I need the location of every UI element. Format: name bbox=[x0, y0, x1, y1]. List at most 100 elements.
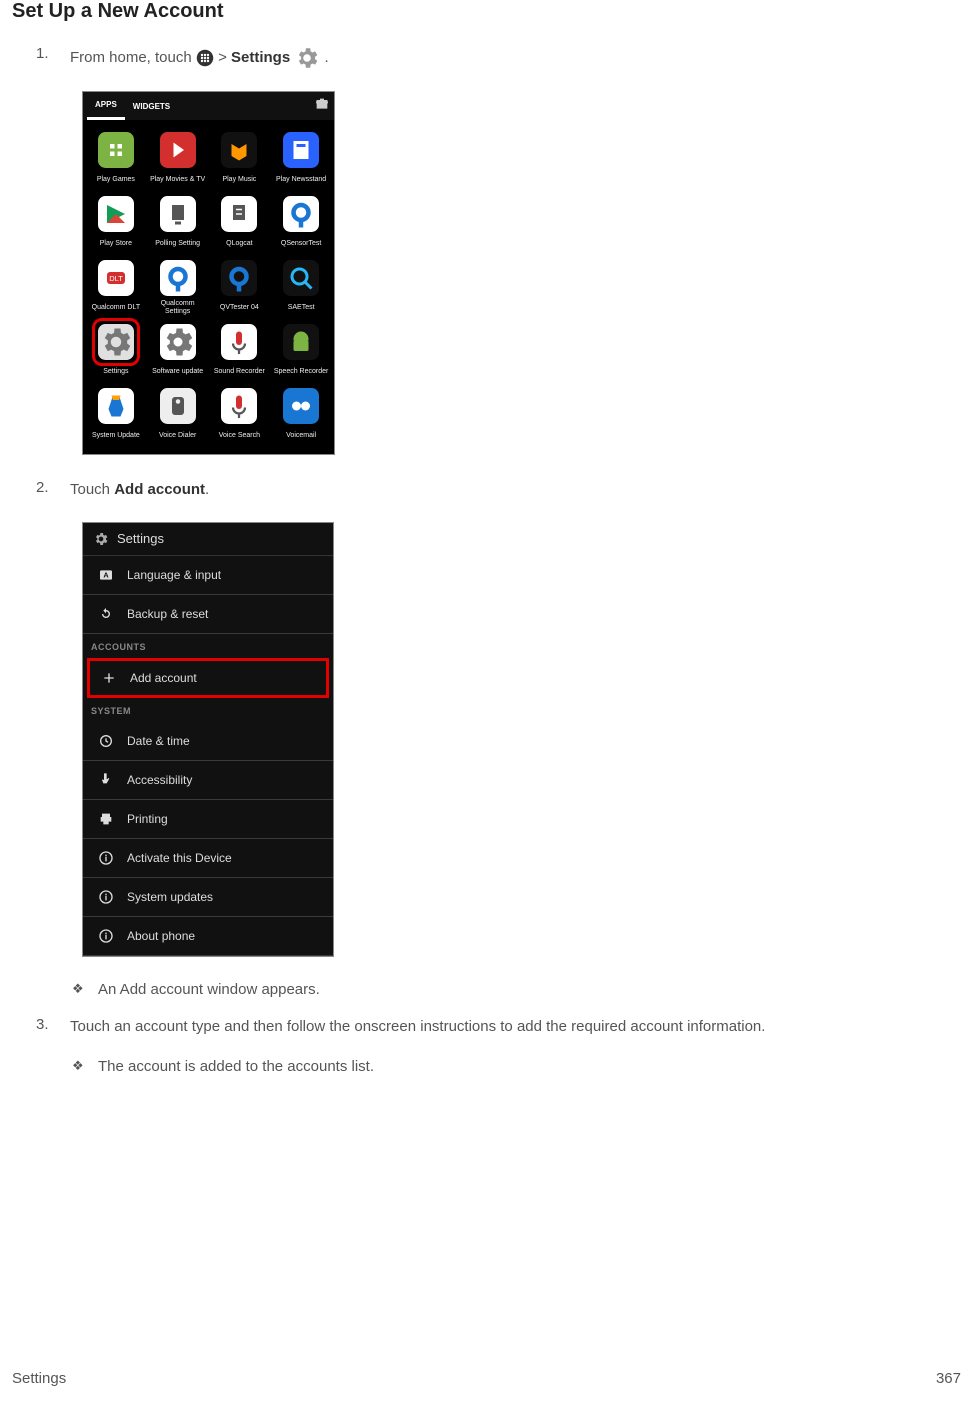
step-1-suffix: . bbox=[325, 49, 329, 66]
step-number: 2. bbox=[36, 479, 70, 502]
step-1: 1. From home, touch > Settings . bbox=[36, 45, 961, 71]
app-icon bbox=[98, 388, 134, 424]
app-label: Voicemail bbox=[286, 428, 316, 444]
row-add-account[interactable]: Add account bbox=[87, 658, 329, 698]
svg-text:DLT: DLT bbox=[109, 274, 123, 283]
app-label: Speech Recorder bbox=[274, 364, 328, 380]
app-label: Software update bbox=[152, 364, 203, 380]
app-label: Qualcomm Settings bbox=[148, 300, 208, 316]
app-icon bbox=[283, 260, 319, 296]
row-label: System updates bbox=[127, 890, 213, 904]
app-qvtester-04[interactable]: QVTester 04 bbox=[210, 254, 270, 316]
page-footer: Settings 367 bbox=[0, 1370, 973, 1387]
app-qlogcat[interactable]: QLogcat bbox=[210, 190, 270, 252]
row-activate-device[interactable]: Activate this Device bbox=[83, 839, 333, 878]
clock-icon bbox=[97, 732, 115, 750]
app-label: System Update bbox=[92, 428, 140, 444]
screenshot-2: Settings ALanguage & input Backup & rese… bbox=[82, 522, 961, 957]
app-play-newsstand[interactable]: Play Newsstand bbox=[271, 126, 331, 188]
app-icon bbox=[221, 324, 257, 360]
refresh-icon bbox=[97, 605, 115, 623]
app-label: Voice Dialer bbox=[159, 428, 196, 444]
app-icon bbox=[98, 324, 134, 360]
app-label: Play Music bbox=[222, 172, 256, 188]
app-qsensortest[interactable]: QSensorTest bbox=[271, 190, 331, 252]
row-accessibility[interactable]: Accessibility bbox=[83, 761, 333, 800]
app-voice-search[interactable]: Voice Search bbox=[210, 382, 270, 444]
step-1-mid: > bbox=[218, 49, 231, 66]
app-label: Voice Search bbox=[219, 428, 260, 444]
app-saetest[interactable]: SAETest bbox=[271, 254, 331, 316]
app-label: Play Store bbox=[100, 236, 132, 252]
app-system-update[interactable]: System Update bbox=[86, 382, 146, 444]
app-icon bbox=[98, 132, 134, 168]
app-play-music[interactable]: Play Music bbox=[210, 126, 270, 188]
apps-icon bbox=[196, 49, 214, 67]
app-icon bbox=[160, 324, 196, 360]
tab-apps[interactable]: APPS bbox=[87, 92, 125, 120]
row-backup-reset[interactable]: Backup & reset bbox=[83, 595, 333, 634]
row-about-phone[interactable]: About phone bbox=[83, 917, 333, 956]
settings-header-label: Settings bbox=[117, 531, 164, 546]
settings-header: Settings bbox=[83, 523, 333, 556]
app-label: Settings bbox=[103, 364, 128, 380]
row-label: Language & input bbox=[127, 568, 221, 582]
diamond-bullet-icon: ❖ bbox=[72, 981, 98, 998]
step-3-text: Touch an account type and then follow th… bbox=[70, 1016, 765, 1039]
app-voice-dialer[interactable]: Voice Dialer bbox=[148, 382, 208, 444]
app-label: Play Games bbox=[97, 172, 135, 188]
app-label: QLogcat bbox=[226, 236, 252, 252]
app-grid: Play Games Play Movies & TV Play Music Play… bbox=[83, 120, 334, 454]
app-software-update[interactable]: Software update bbox=[148, 318, 208, 380]
app-label: Qualcomm DLT bbox=[92, 300, 141, 316]
app-icon bbox=[221, 196, 257, 232]
app-sound-recorder[interactable]: Sound Recorder bbox=[210, 318, 270, 380]
info-icon bbox=[97, 888, 115, 906]
footer-right: 367 bbox=[936, 1370, 961, 1387]
app-polling-setting[interactable]: Polling Setting bbox=[148, 190, 208, 252]
row-printing[interactable]: Printing bbox=[83, 800, 333, 839]
app-icon bbox=[283, 132, 319, 168]
footer-left: Settings bbox=[12, 1370, 66, 1387]
app-icon bbox=[221, 388, 257, 424]
row-language-input[interactable]: ALanguage & input bbox=[83, 556, 333, 595]
category-system: SYSTEM bbox=[83, 700, 333, 722]
app-play-store[interactable]: Play Store bbox=[86, 190, 146, 252]
app-voicemail[interactable]: Voicemail bbox=[271, 382, 331, 444]
step-3: 3. Touch an account type and then follow… bbox=[36, 1016, 961, 1039]
app-icon bbox=[98, 196, 134, 232]
plus-icon bbox=[100, 669, 118, 687]
app-speech-recorder[interactable]: Speech Recorder bbox=[271, 318, 331, 380]
app-play-movies-tv[interactable]: Play Movies & TV bbox=[148, 126, 208, 188]
app-qualcomm-settings[interactable]: Qualcomm Settings bbox=[148, 254, 208, 316]
app-icon bbox=[160, 196, 196, 232]
hand-icon bbox=[97, 771, 115, 789]
row-label: Add account bbox=[130, 671, 197, 685]
app-icon bbox=[221, 132, 257, 168]
app-label: Polling Setting bbox=[155, 236, 200, 252]
note-text: An Add account window appears. bbox=[98, 981, 320, 998]
app-settings[interactable]: Settings bbox=[86, 318, 146, 380]
note-1: ❖ An Add account window appears. bbox=[72, 981, 961, 998]
gear-icon bbox=[294, 45, 320, 71]
shop-icon[interactable] bbox=[314, 96, 330, 117]
app-icon bbox=[283, 388, 319, 424]
note-2: ❖ The account is added to the accounts l… bbox=[72, 1058, 961, 1075]
step-2-suffix: . bbox=[205, 481, 209, 498]
app-qualcomm-dlt[interactable]: DLT Qualcomm DLT bbox=[86, 254, 146, 316]
app-icon: DLT bbox=[98, 260, 134, 296]
app-icon bbox=[160, 260, 196, 296]
step-2: 2. Touch Add account. bbox=[36, 479, 961, 502]
app-play-games[interactable]: Play Games bbox=[86, 126, 146, 188]
info-icon bbox=[97, 927, 115, 945]
app-label: Sound Recorder bbox=[214, 364, 265, 380]
info-icon bbox=[97, 849, 115, 867]
row-system-updates[interactable]: System updates bbox=[83, 878, 333, 917]
step-1-bold: Settings bbox=[231, 49, 290, 66]
app-label: Play Newsstand bbox=[276, 172, 326, 188]
row-date-time[interactable]: Date & time bbox=[83, 722, 333, 761]
tab-widgets[interactable]: WIDGETS bbox=[125, 92, 178, 120]
row-label: Activate this Device bbox=[127, 851, 232, 865]
app-label: SAETest bbox=[288, 300, 315, 316]
printer-icon bbox=[97, 810, 115, 828]
